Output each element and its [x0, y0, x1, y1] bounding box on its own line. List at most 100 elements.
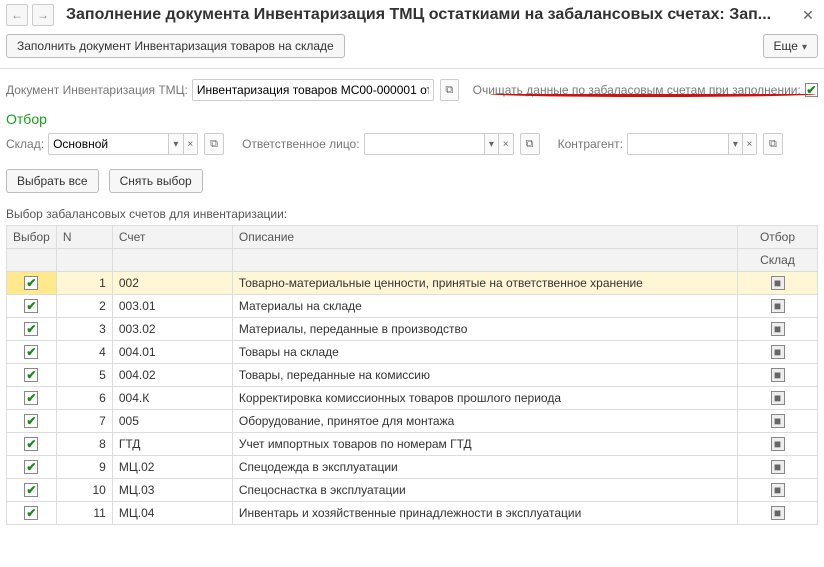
col-sklad[interactable]: Склад	[738, 249, 818, 272]
table-row[interactable]: ✔ 7005Оборудование, принятое для монтажа ■	[7, 410, 818, 433]
warehouse-dropdown-button[interactable]: ▾	[168, 134, 182, 154]
nav-back-button[interactable]: ←	[6, 4, 28, 26]
close-icon[interactable]: ✕	[798, 5, 818, 25]
row-account: МЦ.02	[112, 456, 232, 479]
counterparty-clear-button[interactable]: ×	[742, 134, 756, 154]
more-button[interactable]: Еще	[763, 34, 818, 58]
row-checkbox[interactable]: ✔	[24, 322, 38, 336]
row-sklad-checkbox[interactable]: ■	[771, 460, 785, 474]
responsible-open-button[interactable]: ⧉	[520, 133, 540, 155]
row-checkbox[interactable]: ✔	[24, 483, 38, 497]
row-account: МЦ.04	[112, 502, 232, 525]
fill-document-button[interactable]: Заполнить документ Инвентаризация товаро…	[6, 34, 345, 58]
row-account: ГТД	[112, 433, 232, 456]
row-n: 8	[56, 433, 112, 456]
row-description: Инвентарь и хозяйственные принадлежности…	[232, 502, 737, 525]
docref-open-button[interactable]: ⧉	[440, 79, 459, 101]
row-checkbox[interactable]: ✔	[24, 368, 38, 382]
row-checkbox[interactable]: ✔	[24, 414, 38, 428]
counterparty-open-button[interactable]: ⧉	[763, 133, 783, 155]
table-row[interactable]: ✔4004.01Товары на складе■	[7, 341, 818, 364]
row-n: 6	[56, 387, 112, 410]
row-checkbox[interactable]: ✔	[24, 506, 38, 520]
row-n: 7	[56, 410, 112, 433]
row-checkbox[interactable]: ✔	[24, 345, 38, 359]
row-checkbox[interactable]: ✔	[24, 299, 38, 313]
row-account: 002	[112, 272, 232, 295]
row-sklad-checkbox[interactable]: ■	[771, 483, 785, 497]
page-title: Заполнение документа Инвентаризация ТМЦ …	[58, 6, 794, 24]
row-description: Спецодежда в эксплуатации	[232, 456, 737, 479]
row-description: Материалы, переданные в производство	[232, 318, 737, 341]
row-sklad-checkbox[interactable]: ■	[771, 322, 785, 336]
row-checkbox[interactable]: ✔	[24, 437, 38, 451]
row-sklad-checkbox[interactable]: ■	[771, 414, 785, 428]
row-n: 9	[56, 456, 112, 479]
accounts-table: Выбор N Счет Описание Отбор Склад ✔1002Т…	[6, 225, 818, 525]
row-n: 5	[56, 364, 112, 387]
responsible-dropdown-button[interactable]: ▾	[484, 134, 498, 154]
row-n: 2	[56, 295, 112, 318]
col-otbor[interactable]: Отбор	[738, 226, 818, 249]
row-n: 1	[56, 272, 112, 295]
table-row[interactable]: ✔ 11МЦ.04Инвентарь и хозяйственные принад…	[7, 502, 818, 525]
row-n: 10	[56, 479, 112, 502]
clear-data-checkbox[interactable]: ✔	[805, 83, 818, 97]
table-row[interactable]: ✔ 6004.ККорректировка комиссионных товаро…	[7, 387, 818, 410]
row-description: Товарно-материальные ценности, принятые …	[232, 272, 737, 295]
chevron-down-icon	[802, 39, 807, 53]
docref-label: Документ Инвентаризация ТМЦ:	[6, 83, 188, 97]
counterparty-dropdown-button[interactable]: ▾	[728, 134, 742, 154]
table-row[interactable]: ✔10МЦ.03Спецоснастка в эксплуатации■	[7, 479, 818, 502]
table-caption: Выбор забалансовых счетов для инвентариз…	[0, 203, 824, 225]
warehouse-clear-button[interactable]: ×	[183, 134, 197, 154]
row-account: 003.01	[112, 295, 232, 318]
row-sklad-checkbox[interactable]: ■	[771, 437, 785, 451]
responsible-input[interactable]	[365, 134, 484, 154]
table-row[interactable]: ✔2003.01Материалы на складе■	[7, 295, 818, 318]
counterparty-input[interactable]	[628, 134, 728, 154]
row-n: 11	[56, 502, 112, 525]
row-sklad-checkbox[interactable]: ■	[771, 345, 785, 359]
responsible-clear-button[interactable]: ×	[498, 134, 512, 154]
col-vybor[interactable]: Выбор	[7, 226, 57, 249]
row-account: 004.К	[112, 387, 232, 410]
otbor-title: Отбор	[0, 105, 824, 129]
row-checkbox[interactable]: ✔	[24, 276, 38, 290]
warehouse-input[interactable]	[49, 134, 168, 154]
row-n: 4	[56, 341, 112, 364]
row-sklad-checkbox[interactable]: ■	[771, 506, 785, 520]
row-account: 004.01	[112, 341, 232, 364]
deselect-all-button[interactable]: Снять выбор	[109, 169, 203, 193]
row-sklad-checkbox[interactable]: ■	[771, 299, 785, 313]
select-all-button[interactable]: Выбрать все	[6, 169, 99, 193]
row-description: Учет импортных товаров по номерам ГТД	[232, 433, 737, 456]
table-row[interactable]: ✔ 8ГТДУчет импортных товаров по номерам Г…	[7, 433, 818, 456]
responsible-label: Ответственное лицо:	[242, 137, 360, 151]
row-checkbox[interactable]: ✔	[24, 460, 38, 474]
row-account: 003.02	[112, 318, 232, 341]
row-description: Оборудование, принятое для монтажа	[232, 410, 737, 433]
table-row[interactable]: ✔ 1002Товарно-материальные ценности, прин…	[7, 272, 818, 295]
warehouse-open-button[interactable]: ⧉	[204, 133, 224, 155]
more-button-label: Еще	[774, 39, 798, 53]
row-description: Корректировка комиссионных товаров прошл…	[232, 387, 737, 410]
row-account: 005	[112, 410, 232, 433]
warehouse-label: Склад:	[6, 137, 44, 151]
table-row[interactable]: ✔ 5004.02Товары, переданные на комиссию ■	[7, 364, 818, 387]
row-n: 3	[56, 318, 112, 341]
row-sklad-checkbox[interactable]: ■	[771, 368, 785, 382]
row-sklad-checkbox[interactable]: ■	[771, 391, 785, 405]
row-account: 004.02	[112, 364, 232, 387]
row-description: Спецоснастка в эксплуатации	[232, 479, 737, 502]
row-sklad-checkbox[interactable]: ■	[771, 276, 785, 290]
table-row[interactable]: ✔ 9МЦ.02Спецодежда в эксплуатации ■	[7, 456, 818, 479]
nav-forward-button[interactable]: →	[32, 4, 54, 26]
col-schet[interactable]: Счет	[112, 226, 232, 249]
row-description: Товары, переданные на комиссию	[232, 364, 737, 387]
docref-input[interactable]	[193, 80, 433, 100]
col-opis[interactable]: Описание	[232, 226, 737, 249]
table-row[interactable]: ✔ 3003.02Материалы, переданные в производ…	[7, 318, 818, 341]
col-n[interactable]: N	[56, 226, 112, 249]
row-checkbox[interactable]: ✔	[24, 391, 38, 405]
